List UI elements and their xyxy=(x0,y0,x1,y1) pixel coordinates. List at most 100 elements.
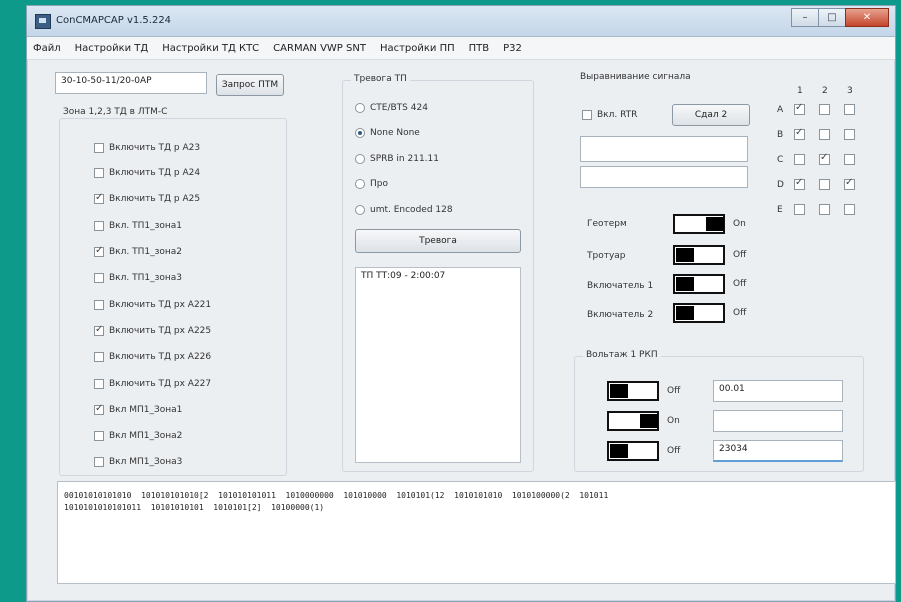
radio[interactable] xyxy=(355,128,365,138)
radio[interactable] xyxy=(355,179,365,189)
zone-item[interactable]: Вкл МП1_Зона2 xyxy=(94,431,182,441)
toggle-state: Off xyxy=(667,446,681,456)
matrix-row-b: B xyxy=(777,130,784,140)
checkbox[interactable] xyxy=(94,352,104,362)
checkbox[interactable] xyxy=(94,403,104,415)
send-button[interactable]: Сдал 2 xyxy=(672,104,750,126)
matrix-checkbox[interactable] xyxy=(844,204,855,215)
voltage-field-2[interactable] xyxy=(713,410,843,432)
zone-item[interactable]: Вкл. ТП1_зона1 xyxy=(94,221,182,231)
menu-td-kts-settings[interactable]: Настройки ТД КТС xyxy=(162,43,259,54)
checkbox[interactable] xyxy=(94,324,104,336)
alarm-option[interactable]: umt. Encoded 128 xyxy=(355,205,453,215)
alarm-option[interactable]: CTE/BTS 424 xyxy=(355,103,428,113)
window-title: ConCMAPCAP v1.5.224 xyxy=(56,15,172,26)
matrix-checkbox[interactable] xyxy=(844,104,855,115)
matrix-checkbox[interactable] xyxy=(794,102,805,115)
request-ptm-button[interactable]: Запрос ПТМ xyxy=(216,74,284,96)
maximize-button[interactable]: □ xyxy=(818,8,846,27)
signal-field-1[interactable] xyxy=(580,136,748,162)
log-line: 1010101010101011 10101010101 1010101[2] … xyxy=(64,503,325,512)
toggle-switch-2[interactable] xyxy=(673,303,725,323)
zone-item[interactable]: Включить ТД р A23 xyxy=(94,143,200,153)
voltage-field-3[interactable]: 23034 xyxy=(713,440,843,462)
voltage-toggle-3[interactable] xyxy=(607,441,659,461)
toggle-geoterm[interactable] xyxy=(673,214,725,234)
item-label: Вкл МП1_Зона2 xyxy=(109,431,183,441)
checkbox[interactable] xyxy=(94,245,104,257)
alarm-option[interactable]: SPRB in 211.11 xyxy=(355,154,439,164)
toggle-knob xyxy=(676,277,694,291)
menu-carman[interactable]: CARMAN VWP SNT xyxy=(273,43,366,54)
zone-item[interactable]: Включить ТД рх A226 xyxy=(94,352,211,362)
zone-item[interactable]: Вкл МП1_Зона3 xyxy=(94,457,182,467)
checkbox[interactable] xyxy=(94,273,104,283)
alarm-option[interactable]: None None xyxy=(355,128,420,138)
zone-item[interactable]: Включить ТД рх A221 xyxy=(94,300,211,310)
zone-item[interactable]: Включить ТД р A25 xyxy=(94,192,200,204)
checkbox[interactable] xyxy=(94,300,104,310)
menu-pp-settings[interactable]: Настройки ПП xyxy=(380,43,455,54)
checkbox[interactable] xyxy=(94,168,104,178)
close-button[interactable]: ✕ xyxy=(845,8,889,27)
voltage-toggle-2[interactable] xyxy=(607,411,659,431)
matrix-checkbox[interactable] xyxy=(844,177,855,190)
toggle-knob xyxy=(610,384,628,398)
checkbox[interactable] xyxy=(94,221,104,231)
matrix-checkbox[interactable] xyxy=(844,154,855,165)
checkbox[interactable] xyxy=(94,379,104,389)
zone-item[interactable]: Включить ТД рх A225 xyxy=(94,324,211,336)
zone-item[interactable]: Вкл. ТП1_зона2 xyxy=(94,245,182,257)
matrix-checkbox[interactable] xyxy=(794,177,805,190)
app-icon xyxy=(35,14,51,29)
checkbox[interactable] xyxy=(94,143,104,153)
zones-group: Включить ТД р A23 Включить ТД р A24 Вклю… xyxy=(59,118,287,476)
zone-item[interactable]: Вкл. ТП1_зона3 xyxy=(94,273,182,283)
toggle-knob xyxy=(610,444,628,458)
menu-ptv[interactable]: ПТВ xyxy=(469,43,490,54)
zone-item[interactable]: Включить ТД рх A227 xyxy=(94,379,211,389)
matrix-checkbox[interactable] xyxy=(819,179,830,190)
matrix-checkbox[interactable] xyxy=(819,152,830,165)
checkbox[interactable] xyxy=(94,457,104,467)
matrix-checkbox[interactable] xyxy=(819,129,830,140)
matrix-checkbox[interactable] xyxy=(794,154,805,165)
log-output[interactable]: 00101010101010 101010101010[2 1010101010… xyxy=(57,481,896,584)
list-item[interactable]: ТП ТТ:09 - 2:00:07 xyxy=(361,271,515,281)
rtr-enable[interactable]: Вкл. RTR xyxy=(582,110,637,120)
matrix-checkbox[interactable] xyxy=(819,104,830,115)
checkbox[interactable] xyxy=(94,192,104,204)
item-label: Включить ТД рх A227 xyxy=(109,379,212,389)
alarm-button[interactable]: Тревога xyxy=(355,229,521,253)
minimize-button[interactable]: – xyxy=(791,8,819,27)
signals-title: Выравнивание сигнала xyxy=(580,72,691,82)
menu-file[interactable]: Файл xyxy=(33,43,61,54)
zone-item[interactable]: Включить ТД р A24 xyxy=(94,168,200,178)
toggle-label-switch-1: Включатель 1 xyxy=(587,281,654,291)
menu-p32[interactable]: Р32 xyxy=(503,43,522,54)
toggle-trotuar[interactable] xyxy=(673,245,725,265)
item-label: Включить ТД р A24 xyxy=(109,168,201,178)
checkbox[interactable] xyxy=(94,431,104,441)
matrix-checkbox[interactable] xyxy=(844,129,855,140)
radio[interactable] xyxy=(355,154,365,164)
matrix-checkbox[interactable] xyxy=(794,127,805,140)
datetime-field[interactable]: 30-10-50-11/20-0AP xyxy=(55,72,207,94)
matrix-checkbox[interactable] xyxy=(819,204,830,215)
signal-field-2[interactable] xyxy=(580,166,748,188)
menu-td-settings[interactable]: Настройки ТД xyxy=(75,43,149,54)
checkbox[interactable] xyxy=(582,110,592,120)
alarm-option[interactable]: Про xyxy=(355,179,388,189)
toggle-switch-1[interactable] xyxy=(673,274,725,294)
toggle-state: On xyxy=(667,416,680,426)
radio[interactable] xyxy=(355,205,365,215)
log-line: 00101010101010 101010101010[2 1010101010… xyxy=(64,491,609,500)
voltage-toggle-1[interactable] xyxy=(607,381,659,401)
matrix-row-c: C xyxy=(777,155,784,165)
rtr-label: Вкл. RTR xyxy=(597,110,638,120)
matrix-checkbox[interactable] xyxy=(794,204,805,215)
voltage-field-1[interactable]: 00.01 xyxy=(713,380,843,402)
alarm-list[interactable]: ТП ТТ:09 - 2:00:07 xyxy=(355,267,521,463)
zone-item[interactable]: Вкл МП1_Зона1 xyxy=(94,403,182,415)
radio[interactable] xyxy=(355,103,365,113)
